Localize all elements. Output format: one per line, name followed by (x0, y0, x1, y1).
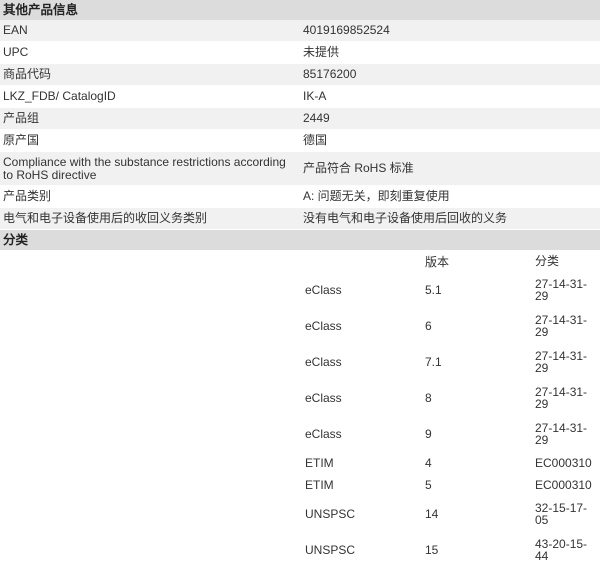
info-label: 产品组 (3, 111, 40, 125)
header-category: 分类 (535, 254, 560, 268)
info-value: 没有电气和电子设备使用后回收的义务 (303, 211, 508, 225)
classification-system: ETIM (305, 456, 334, 470)
classification-row: eClass 7.1 27-14-31- 29 (0, 344, 600, 380)
info-row-product-category: 产品类别 A: 问题无关，即刻重复使用 (0, 186, 600, 208)
classification-code: 32-15-17- 05 (535, 501, 588, 527)
info-value: IK-A (303, 89, 327, 103)
classification-code: 27-14-31- 29 (535, 421, 588, 447)
info-label: 产品类别 (3, 189, 52, 203)
info-row-catalog-id: LKZ_FDB/ CatalogID IK-A (0, 86, 600, 108)
classification-row: ETIM 4 EC000310 (0, 452, 600, 474)
classification-table: 版本 分类 eClass 5.1 27-14-31- 29 eClass 6 2… (0, 250, 600, 568)
info-row-rohs-compliance: Compliance with the substance restrictio… (0, 152, 600, 186)
classification-code: EC000310 (535, 478, 592, 492)
classification-version: 6 (425, 319, 432, 333)
info-row-ean: EAN 4019169852524 (0, 20, 600, 42)
info-row-product-group: 产品组 2449 (0, 108, 600, 130)
info-value: 2449 (303, 111, 330, 125)
classification-section: 分类 版本 分类 eClass 5.1 27-14-31- 29 eClass … (0, 230, 600, 568)
classification-version: 14 (425, 507, 439, 521)
info-row-country-of-origin: 原产国 德国 (0, 130, 600, 152)
classification-code: 27-14-31- 29 (535, 385, 588, 411)
classification-version: 8 (425, 391, 432, 405)
info-value: 4019169852524 (303, 23, 390, 37)
classification-code: 27-14-31- 29 (535, 277, 588, 303)
classification-row: eClass 8 27-14-31- 29 (0, 380, 600, 416)
info-label: UPC (3, 45, 29, 59)
section-title-classification: 分类 (0, 230, 600, 250)
classification-version: 7.1 (425, 355, 442, 369)
classification-system: UNSPSC (305, 543, 356, 557)
info-value: 85176200 (303, 67, 357, 81)
classification-version: 9 (425, 427, 432, 441)
classification-version: 4 (425, 456, 432, 470)
info-value: 产品符合 RoHS 标准 (303, 161, 414, 175)
classification-version: 5 (425, 478, 432, 492)
info-label: EAN (3, 23, 28, 37)
info-value: 德国 (303, 133, 328, 147)
info-label: LKZ_FDB/ CatalogID (3, 89, 116, 103)
info-value: A: 问题无关，即刻重复使用 (303, 189, 450, 203)
classification-system: eClass (305, 283, 342, 297)
classification-row: eClass 5.1 27-14-31- 29 (0, 272, 600, 308)
info-row-commodity-code: 商品代码 85176200 (0, 64, 600, 86)
info-label: 商品代码 (3, 67, 52, 81)
classification-code: 27-14-31- 29 (535, 349, 588, 375)
section-title-other-info: 其他产品信息 (0, 0, 600, 20)
info-label: 电气和电子设备使用后的收回义务类别 (3, 211, 208, 225)
classification-system: ETIM (305, 478, 334, 492)
classification-row: eClass 9 27-14-31- 29 (0, 416, 600, 452)
other-info-table: EAN 4019169852524 UPC 未提供 商品代码 85176200 … (0, 20, 600, 230)
classification-code: 43-20-15- 44 (535, 537, 588, 563)
classification-row: UNSPSC 14 32-15-17- 05 (0, 496, 600, 532)
info-row-take-back-obligation: 电气和电子设备使用后的收回义务类别 没有电气和电子设备使用后回收的义务 (0, 208, 600, 230)
other-info-section: 其他产品信息 EAN 4019169852524 UPC 未提供 商品代码 85… (0, 0, 600, 230)
info-label: 原产国 (3, 133, 40, 147)
classification-system: eClass (305, 427, 342, 441)
header-version: 版本 (425, 254, 450, 269)
classification-system: UNSPSC (305, 507, 356, 521)
classification-system: eClass (305, 355, 342, 369)
classification-system: eClass (305, 391, 342, 405)
info-row-upc: UPC 未提供 (0, 42, 600, 64)
info-value: 未提供 (303, 45, 340, 59)
classification-system: eClass (305, 319, 342, 333)
info-label: Compliance with the substance restrictio… (3, 154, 286, 182)
classification-header-row: 版本 分类 (0, 250, 600, 272)
classification-code: EC000310 (535, 456, 592, 470)
classification-version: 5.1 (425, 283, 442, 297)
classification-row: UNSPSC 15 43-20-15- 44 (0, 532, 600, 568)
classification-row: ETIM 5 EC000310 (0, 474, 600, 496)
classification-version: 15 (425, 543, 439, 557)
classification-code: 27-14-31- 29 (535, 313, 588, 339)
classification-row: eClass 6 27-14-31- 29 (0, 308, 600, 344)
